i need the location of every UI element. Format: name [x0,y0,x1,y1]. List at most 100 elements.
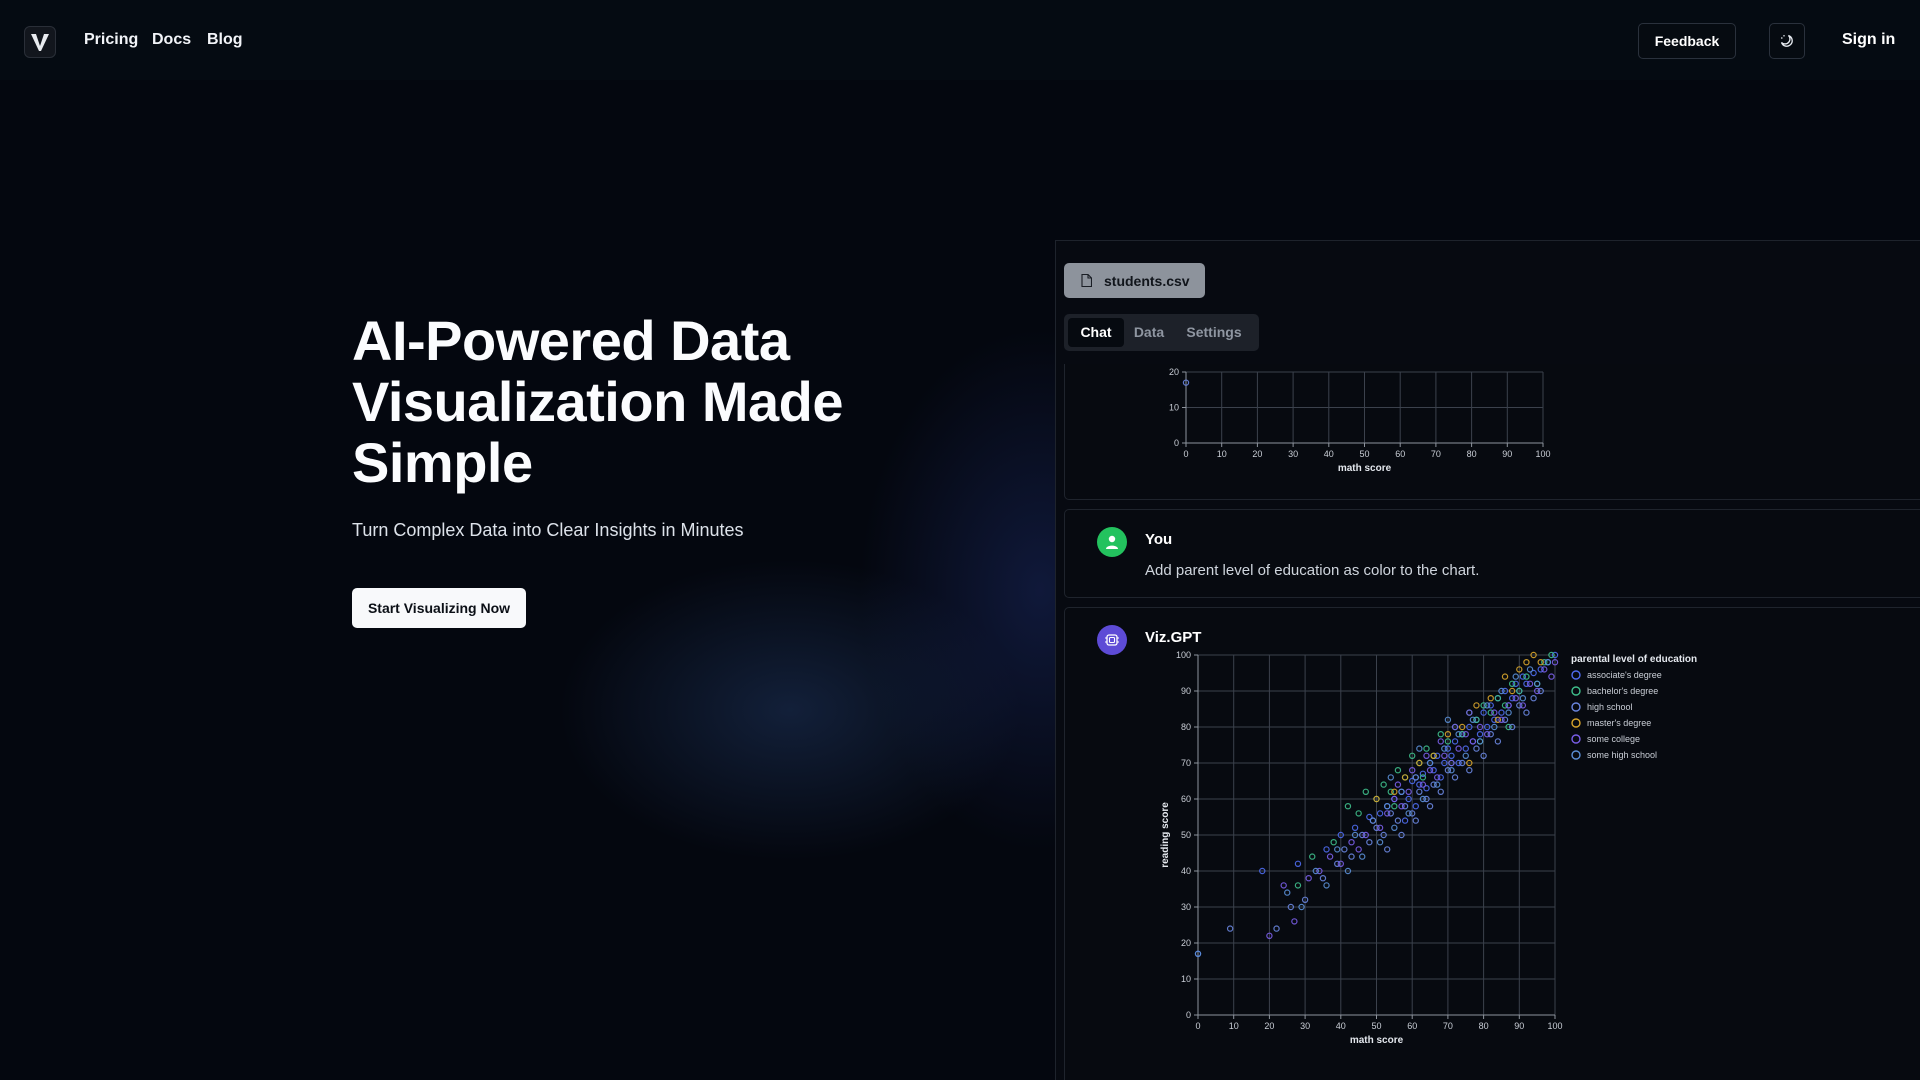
data-point [1366,838,1373,846]
data-point [1398,788,1405,795]
x-tick-label: 100 [1535,449,1550,459]
data-point [1433,774,1441,781]
x-tick-label: 60 [1407,1021,1417,1031]
legend-swatch [1571,702,1581,712]
data-point [1294,882,1302,889]
data-point [1512,673,1519,680]
logo-icon[interactable] [24,26,56,58]
chip-icon [1105,634,1119,646]
data-point [1391,802,1398,810]
user-avatar [1097,527,1127,557]
chat-message-user: You Add parent level of education as col… [1064,509,1920,598]
y-tick-label: 60 [1181,794,1191,804]
x-tick-label: 30 [1300,1021,1310,1031]
data-point [1419,774,1427,781]
data-point [1491,709,1498,716]
data-point [1544,659,1552,666]
legend-label: master's degree [1587,718,1651,728]
data-point [1512,695,1519,702]
data-point [1376,824,1384,831]
x-tick-label: 0 [1183,449,1188,459]
data-point [1359,853,1366,860]
legend-label: some high school [1587,750,1657,760]
data-point [1384,846,1391,853]
hero-title-line: Visualization Made [352,370,843,433]
data-point [1437,738,1444,745]
data-point [1523,709,1530,716]
data-point [1426,802,1434,810]
data-point [1330,838,1337,846]
data-point [1526,680,1534,688]
x-tick-label: 50 [1359,449,1369,459]
data-point [1398,802,1405,810]
data-point [1505,709,1512,716]
data-point [1355,846,1362,853]
data-point [1433,781,1441,788]
legend-label: bachelor's degree [1587,686,1658,696]
y-tick-label: 80 [1181,722,1191,732]
data-point [1423,752,1430,760]
file-chip[interactable]: students.csv [1064,263,1205,298]
nav-link-blog[interactable]: Blog [207,31,243,49]
data-point [1280,882,1287,889]
data-point [1476,738,1484,745]
nav-link-pricing[interactable]: Pricing [84,31,138,49]
tab-settings[interactable]: Settings [1174,318,1254,347]
data-point [1466,766,1473,774]
data-point [1423,745,1430,752]
x-tick-label: 10 [1229,1021,1239,1031]
data-point [1483,730,1491,738]
data-point [1473,745,1480,752]
data-point [1334,846,1341,853]
x-tick-label: 20 [1252,449,1262,459]
data-point [1441,752,1448,760]
data-point [1351,824,1359,831]
data-point [1487,695,1494,702]
data-point [1416,788,1423,795]
legend-label: associate's degree [1587,670,1662,680]
data-point [1426,766,1434,774]
y-tick-label: 10 [1181,974,1191,984]
nav-link-docs[interactable]: Docs [152,31,191,49]
x-axis-label: math score [1338,463,1392,474]
chat-message-previous-chart: 0 10 20 30 40 50 60 70 80 90 100 0 10 20 math score [1064,364,1920,500]
scatter-chart-education: 0 10 20 30 40 50 60 70 80 90 100 0 10 20 30 40 50 60 70 80 9… [1160,650,1697,1046]
data-point [1387,774,1394,781]
y-tick-label: 40 [1181,866,1191,876]
x-tick-label: 20 [1264,1021,1274,1031]
tab-chat[interactable]: Chat [1068,318,1124,347]
scatter-chart-previous: 0 10 20 30 40 50 60 70 80 90 100 0 10 20 math score [1169,367,1551,474]
data-point [1483,702,1491,709]
data-point [1394,781,1402,788]
data-point [1451,738,1459,745]
data-point [1537,659,1544,666]
moon-sun-icon [1780,34,1793,47]
data-point [1412,802,1419,810]
legend-swatch [1571,718,1581,728]
data-point [1462,752,1469,760]
start-visualizing-button[interactable]: Start Visualizing Now [352,588,526,628]
data-point [1273,925,1280,932]
data-point [1323,846,1330,853]
x-tick-label: 70 [1431,449,1441,459]
view-tabs: Chat Data Settings [1064,314,1259,351]
sign-in-link[interactable]: Sign in [1842,31,1895,49]
data-point [1473,702,1480,709]
data-point [1469,716,1477,724]
top-nav: Pricing Docs Blog Feedback Sign in [0,0,1920,80]
x-tick-label: 30 [1288,449,1298,459]
y-tick-label: 0 [1174,438,1179,448]
y-tick-label: 10 [1169,403,1179,413]
data-point [1401,774,1409,781]
theme-toggle-button[interactable] [1769,23,1805,59]
app-preview-panel: students.csv Chat Data Settings 0 10 20 30 4… [1055,240,1920,1080]
tab-data[interactable]: Data [1126,318,1172,347]
user-icon [1106,535,1118,549]
data-point [1405,788,1412,795]
data-point [1530,695,1537,702]
data-point [1391,824,1398,831]
data-point [1430,752,1437,760]
data-point [1348,853,1355,860]
feedback-button[interactable]: Feedback [1638,23,1736,59]
data-point [1405,810,1412,817]
